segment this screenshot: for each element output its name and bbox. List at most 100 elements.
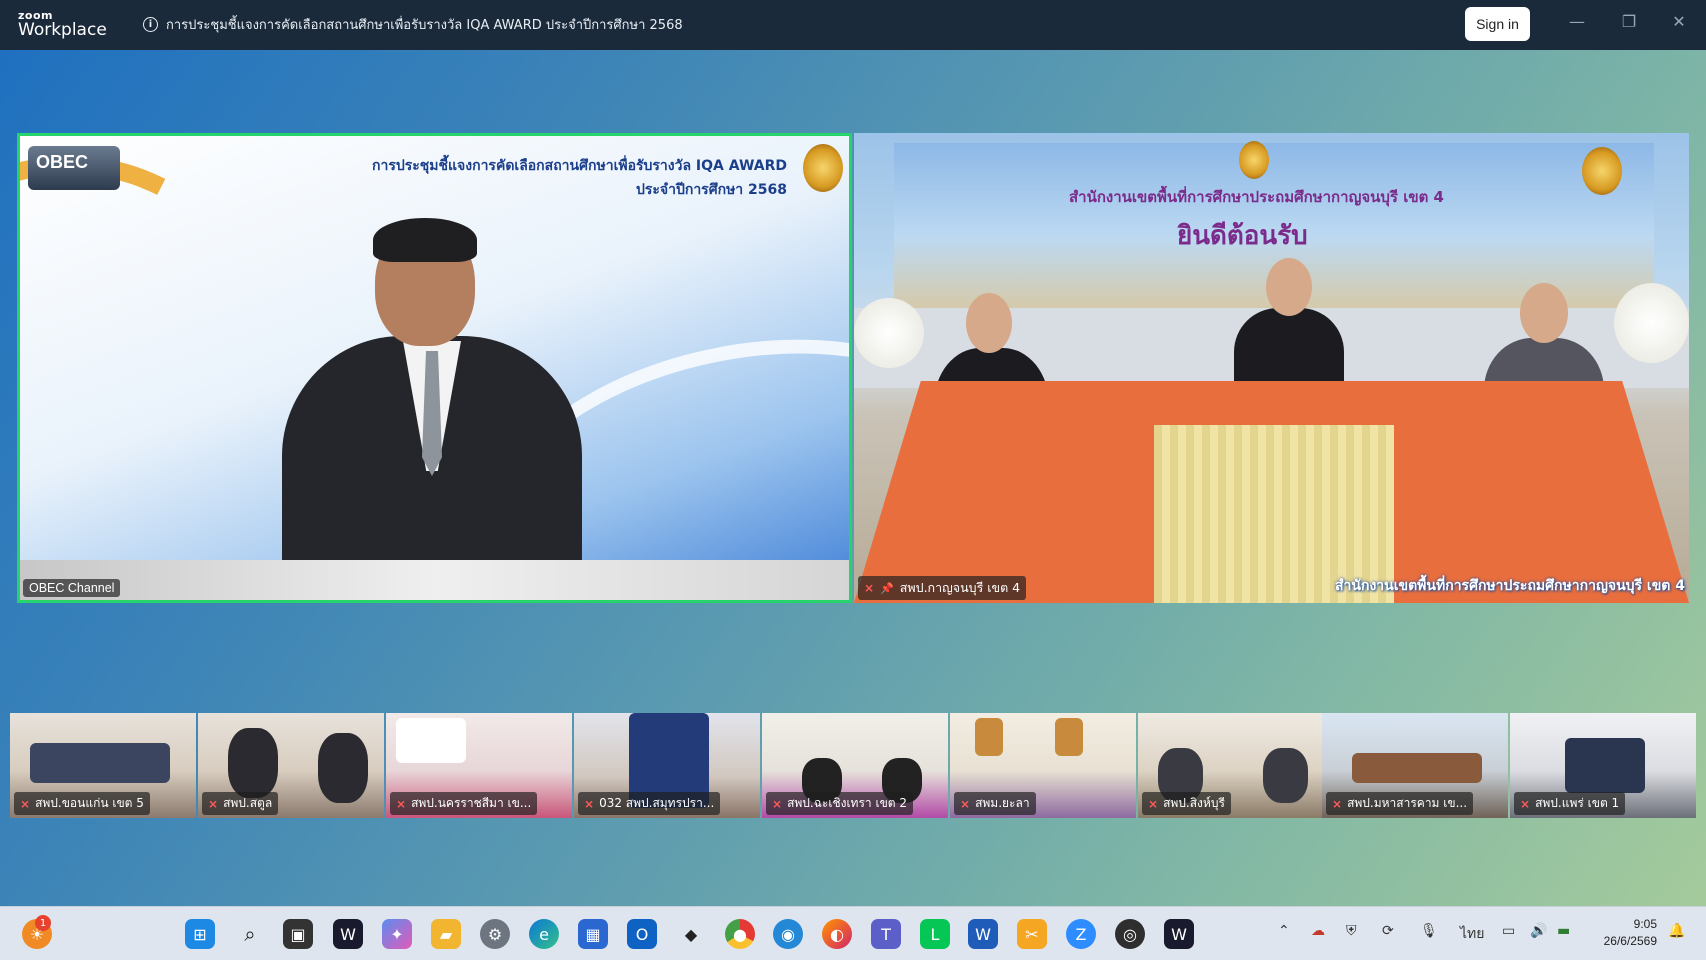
thumbnail-name: สพป.มหาสารคาม เข...: [1347, 796, 1468, 810]
mic-muted-icon: ⨯: [1332, 796, 1343, 811]
info-icon[interactable]: i: [143, 17, 158, 32]
pin-icon[interactable]: 📌: [880, 582, 894, 595]
thumbnail-name: 032 สพป.สมุทรปรา...: [599, 796, 715, 810]
thumbnail-name: สพป.ฉะเชิงเทรา เขต 2: [787, 796, 908, 810]
sync-icon[interactable]: ⟳: [1382, 923, 1394, 939]
language-indicator[interactable]: ไทย: [1460, 923, 1484, 945]
thumbnail-tile[interactable]: ⨯ สพป.ฉะเชิงเทรา เขต 2: [762, 713, 948, 818]
thumbnail-scene: [396, 718, 466, 763]
webex-meetings-icon[interactable]: W: [1164, 919, 1194, 949]
close-icon[interactable]: ✕: [1667, 12, 1691, 31]
participant-name-tag: ⨯ 📌 สพป.กาญจนบุรี เขต 4: [858, 576, 1027, 600]
thumbnail-name: สพป.ขอนแก่น เขต 5: [35, 796, 144, 810]
flower-arrangement-left: [854, 298, 924, 368]
thumbnail-scene: [228, 728, 278, 798]
thumbnail-scene: [1565, 738, 1645, 793]
zoom-workplace-logo: zoom Workplace: [18, 10, 107, 39]
mic-muted-icon: ⨯: [584, 796, 595, 811]
store-icon[interactable]: ▦: [578, 919, 608, 949]
clock-time: 9:05: [1633, 917, 1657, 931]
copilot-icon[interactable]: ✦: [382, 919, 412, 949]
battery-icon[interactable]: ▬: [1557, 923, 1570, 939]
meeting-info[interactable]: i การประชุมชี้แจงการคัดเลือกสถานศึกษาเพื…: [143, 14, 683, 35]
chevron-up-icon[interactable]: ⌃: [1278, 923, 1290, 939]
slide-title-line1: การประชุมชี้แจงการคัดเลือกสถานศึกษาเพื่อ…: [372, 158, 787, 174]
dropbox-icon[interactable]: ◆: [676, 919, 706, 949]
snipping-tool-icon[interactable]: ✂: [1017, 919, 1047, 949]
banner-line1: สำนักงานเขตพื้นที่การศึกษาประถมศึกษากาญจ…: [1069, 188, 1444, 206]
onedrive-alert-icon[interactable]: ☁: [1311, 923, 1325, 939]
taskbar-clock[interactable]: 9:05 26/6/2569: [1597, 916, 1657, 950]
thumbnail-tile[interactable]: ⨯ 032 สพป.สมุทรปรา...: [574, 713, 760, 818]
office-seal-icon: [1239, 141, 1269, 179]
thumbnail-tile[interactable]: ⨯ สพป.แพร่ เขต 1: [1510, 713, 1696, 818]
webex-icon[interactable]: W: [333, 919, 363, 949]
notifications-icon[interactable]: 🔔: [1668, 923, 1685, 939]
participant-name-tag: OBEC Channel: [23, 579, 121, 597]
network-icon[interactable]: ▭: [1502, 923, 1515, 939]
obec-seal-icon: [803, 144, 843, 192]
outlook-icon[interactable]: O: [627, 919, 657, 949]
thumbnail-scene: [1263, 748, 1308, 803]
camera-icon[interactable]: ◉: [773, 919, 803, 949]
minimize-icon[interactable]: —: [1565, 12, 1589, 31]
thumbnail-tile[interactable]: ⨯ สพม.ยะลา: [950, 713, 1136, 818]
thumbnail-name-tag: ⨯ สพป.ขอนแก่น เขต 5: [14, 792, 150, 815]
file-explorer-icon[interactable]: ▰: [431, 919, 461, 949]
windows-start-icon[interactable]: ⊞: [185, 919, 215, 949]
thumbnail-name-tag: ⨯ สพป.สิงห์บุรี: [1142, 792, 1231, 815]
thumbnail-scene: [318, 733, 368, 803]
volume-icon[interactable]: 🔊: [1530, 923, 1547, 939]
shield-icon[interactable]: ⛨: [1346, 923, 1357, 939]
thumbnail-name: สพป.สิงห์บุรี: [1163, 796, 1225, 810]
microphone-icon[interactable]: 🎙: [1420, 923, 1438, 939]
video-tile-kanchanaburi-4[interactable]: สำนักงานเขตพื้นที่การศึกษาประถมศึกษากาญจ…: [854, 133, 1689, 603]
teams-icon[interactable]: T: [871, 919, 901, 949]
search-icon[interactable]: ⌕: [235, 919, 265, 949]
meeting-title: การประชุมชี้แจงการคัดเลือกสถานศึกษาเพื่อ…: [166, 18, 683, 33]
restore-icon[interactable]: ❐: [1617, 12, 1641, 31]
brand-large: Workplace: [18, 20, 107, 40]
line-icon[interactable]: L: [920, 919, 950, 949]
video-tile-obec-channel[interactable]: OBEC การประชุมชี้แจงการคัดเลือกสถานศึกษา…: [17, 133, 852, 603]
thumbnail-name-tag: ⨯ สพป.สตูล: [202, 792, 279, 815]
clock-date: 26/6/2569: [1603, 934, 1657, 948]
windows-taskbar: ☀ 1 ⊞ ⌕ ▣ W ✦ ▰ ⚙ e ▦ O ◆ ● ◉ ◐ T L W ✂ …: [0, 906, 1706, 960]
thumbnail-tile[interactable]: ⨯ สพป.สิงห์บุรี: [1138, 713, 1324, 818]
speaker-hair: [373, 218, 477, 262]
mic-muted-icon: ⨯: [864, 581, 875, 595]
edge-icon[interactable]: e: [529, 919, 559, 949]
mic-muted-icon: ⨯: [208, 796, 219, 811]
thumbnail-tile[interactable]: ⨯ สพป.สตูล: [198, 713, 384, 818]
slide-title: การประชุมชี้แจงการคัดเลือกสถานศึกษาเพื่อ…: [372, 154, 787, 202]
mic-muted-icon: ⨯: [396, 796, 407, 811]
thumbnail-tile[interactable]: ⨯ สพป.ขอนแก่น เขต 5: [10, 713, 196, 818]
thumbnail-name: สพป.สตูล: [223, 796, 273, 810]
obec-logo: OBEC: [28, 146, 120, 190]
thumbnail-name-tag: ⨯ 032 สพป.สมุทรปรา...: [578, 792, 721, 815]
flower-arrangement-right: [1614, 283, 1689, 363]
banner-line2: ยินดีต้อนรับ: [1177, 221, 1308, 251]
office-caption: สำนักงานเขตพื้นที่การศึกษาประถมศึกษากาญจ…: [1335, 578, 1685, 594]
word-icon[interactable]: W: [968, 919, 998, 949]
thumbnail-tile[interactable]: ⨯ สพป.นครราชสีมา เข...: [386, 713, 572, 818]
thumbnail-name: สพม.ยะลา: [975, 796, 1030, 810]
firefox-icon[interactable]: ◐: [822, 919, 852, 949]
mic-muted-icon: ⨯: [772, 796, 783, 811]
obs-icon[interactable]: ◎: [1115, 919, 1145, 949]
task-view-icon[interactable]: ▣: [283, 919, 313, 949]
settings-icon[interactable]: ⚙: [480, 919, 510, 949]
thumbnail-scene: [30, 743, 170, 783]
thumbnail-tile[interactable]: ⨯ สพป.มหาสารคาม เข...: [1322, 713, 1508, 818]
thumbnail-name-tag: ⨯ สพป.มหาสารคาม เข...: [1326, 792, 1474, 815]
mic-muted-icon: ⨯: [1148, 796, 1159, 811]
chrome-icon[interactable]: ●: [725, 919, 755, 949]
zoom-icon[interactable]: Z: [1066, 919, 1096, 949]
sign-in-button[interactable]: Sign in: [1465, 7, 1530, 41]
lower-third-ticker: [20, 560, 849, 600]
mic-muted-icon: ⨯: [1520, 796, 1531, 811]
thumbnail-scene: [975, 718, 1003, 756]
thumbnail-name-tag: ⨯ สพม.ยะลา: [954, 792, 1036, 815]
mic-muted-icon: ⨯: [20, 796, 31, 811]
thumbnail-name-tag: ⨯ สพป.นครราชสีมา เข...: [390, 792, 538, 815]
